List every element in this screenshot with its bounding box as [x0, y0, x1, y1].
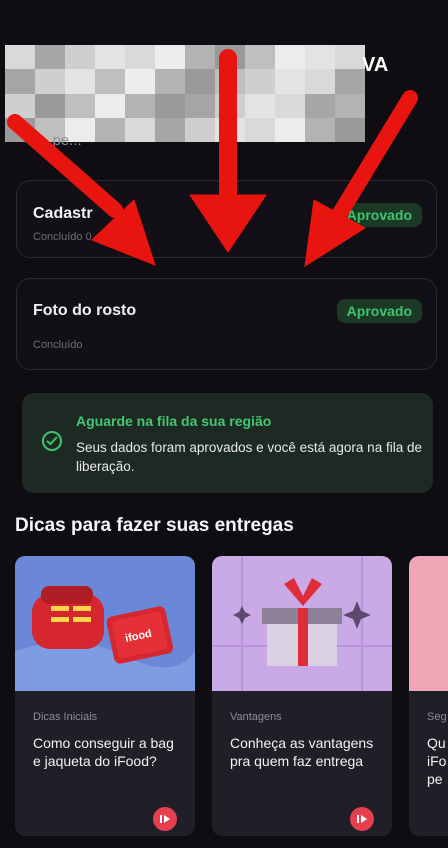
red-arrow-annotations	[7, 49, 418, 267]
